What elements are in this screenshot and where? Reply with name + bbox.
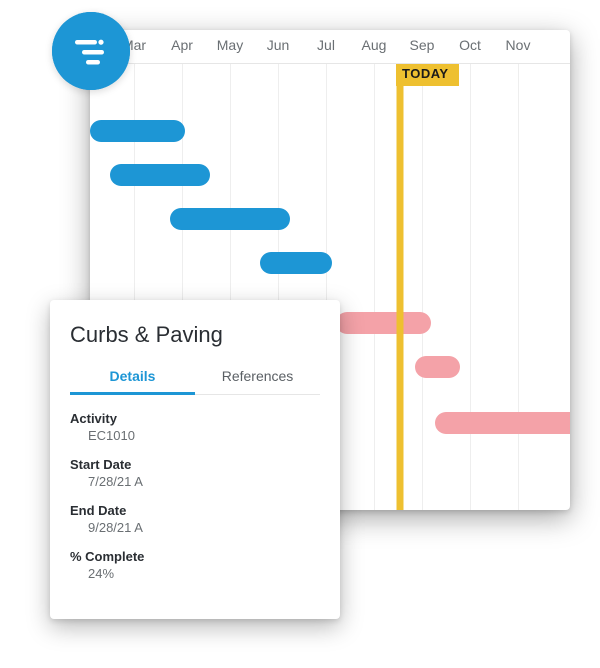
field-value: 7/28/21 A	[88, 474, 320, 489]
details-panel: Curbs & Paving DetailsReferences Activit…	[50, 300, 340, 619]
tab-details[interactable]: Details	[70, 362, 195, 395]
field-value: EC1010	[88, 428, 320, 443]
field: End Date 9/28/21 A	[70, 503, 320, 535]
field: Activity EC1010	[70, 411, 320, 443]
field-label: End Date	[70, 503, 320, 518]
gantt-bar[interactable]	[90, 120, 185, 142]
month-label: Oct	[459, 37, 481, 53]
gantt-bar[interactable]	[260, 252, 332, 274]
month-label: May	[217, 37, 243, 53]
today-flag: TODAY	[396, 64, 459, 86]
gantt-bar[interactable]	[415, 356, 460, 378]
tab-references[interactable]: References	[195, 362, 320, 394]
month-label: Sep	[410, 37, 435, 53]
panel-tabs: DetailsReferences	[70, 362, 320, 395]
grid-line	[470, 64, 471, 510]
field-value: 9/28/21 A	[88, 520, 320, 535]
field-label: % Complete	[70, 549, 320, 564]
month-label: Jul	[317, 37, 335, 53]
today-marker	[397, 64, 404, 510]
timeline-header: MarAprMayJunJulAugSepOctNov	[90, 30, 570, 64]
panel-title: Curbs & Paving	[70, 322, 320, 348]
gantt-bar[interactable]	[336, 312, 431, 334]
grid-line	[374, 64, 375, 510]
month-label: Apr	[171, 37, 193, 53]
app-logo-icon	[52, 12, 130, 90]
gantt-bar[interactable]	[170, 208, 290, 230]
month-label: Aug	[362, 37, 387, 53]
field: % Complete 24%	[70, 549, 320, 581]
month-label: Nov	[506, 37, 531, 53]
gantt-bar[interactable]	[110, 164, 210, 186]
field-value: 24%	[88, 566, 320, 581]
grid-line	[422, 64, 423, 510]
grid-line	[518, 64, 519, 510]
month-label: Jun	[267, 37, 290, 53]
field-label: Activity	[70, 411, 320, 426]
field-label: Start Date	[70, 457, 320, 472]
gantt-bar[interactable]	[435, 412, 570, 434]
field: Start Date 7/28/21 A	[70, 457, 320, 489]
